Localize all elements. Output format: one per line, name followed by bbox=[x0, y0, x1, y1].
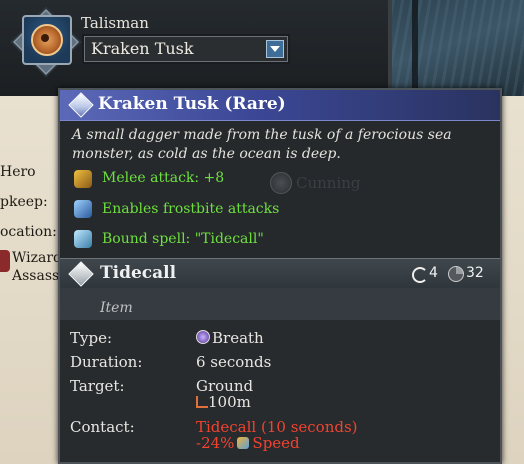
wizard-label: Wizard bbox=[12, 250, 62, 266]
effect-bound-spell: Bound spell: "Tidecall" bbox=[102, 231, 264, 247]
spell-uses: 4 bbox=[429, 265, 438, 281]
target-label: Target: bbox=[70, 377, 125, 395]
chevron-down-icon[interactable] bbox=[266, 40, 284, 58]
range-icon bbox=[196, 396, 208, 408]
item-title: Kraken Tusk (Rare) bbox=[98, 94, 286, 114]
speed-icon bbox=[237, 437, 250, 449]
spell-body: Item Type: Breath Duration: 6 seconds Ta… bbox=[60, 288, 500, 462]
cooldown-icon bbox=[448, 266, 464, 282]
item-tooltip-header: Kraken Tusk (Rare) bbox=[60, 90, 500, 121]
cunning-icon bbox=[270, 172, 292, 194]
effect-frostbite: Enables frostbite attacks bbox=[102, 201, 280, 217]
talisman-slot[interactable] bbox=[22, 15, 72, 65]
type-value-text: Breath bbox=[212, 329, 264, 347]
contact-modifier: -24% Speed bbox=[196, 434, 300, 452]
rarity-diamond-icon bbox=[68, 92, 94, 118]
contact-mod-value: -24% bbox=[196, 434, 235, 452]
location-label: ocation: bbox=[0, 224, 57, 240]
slot-label: Talisman bbox=[81, 14, 149, 32]
hero-label: Hero bbox=[0, 164, 36, 180]
faction-icon bbox=[0, 250, 10, 272]
spell-diamond-icon bbox=[68, 261, 94, 287]
duration-value: 6 seconds bbox=[196, 353, 272, 371]
contact-mod-stat: Speed bbox=[252, 434, 300, 452]
spell-category: Item bbox=[100, 300, 133, 316]
duration-label: Duration: bbox=[70, 353, 143, 371]
cunning-label: Cunning bbox=[296, 174, 361, 192]
uses-icon bbox=[412, 267, 428, 283]
type-value: Breath bbox=[196, 329, 264, 347]
talisman-emblem-icon bbox=[31, 24, 63, 56]
map-panel bbox=[388, 0, 524, 96]
talisman-select[interactable]: Kraken Tusk bbox=[84, 36, 288, 62]
bound-spell-icon bbox=[74, 230, 92, 248]
type-label: Type: bbox=[70, 329, 113, 347]
spell-cooldown: 32 bbox=[466, 265, 484, 281]
range-value: 100m bbox=[208, 393, 251, 411]
effect-melee-attack: Melee attack: +8 bbox=[102, 170, 225, 186]
spell-header: Tidecall 4 32 bbox=[60, 258, 500, 290]
spell-title: Tidecall bbox=[100, 263, 177, 283]
item-description: A small dagger made from the tusk of a f… bbox=[72, 127, 452, 162]
talisman-select-value: Kraken Tusk bbox=[91, 39, 194, 58]
item-tooltip: Kraken Tusk (Rare) A small dagger made f… bbox=[58, 88, 502, 464]
upkeep-label: pkeep: bbox=[0, 194, 48, 210]
contact-label: Contact: bbox=[70, 418, 135, 436]
frostbite-icon bbox=[74, 200, 92, 218]
assassin-label: Assass bbox=[12, 268, 60, 284]
sword-icon bbox=[74, 170, 92, 188]
breath-icon bbox=[196, 330, 210, 344]
